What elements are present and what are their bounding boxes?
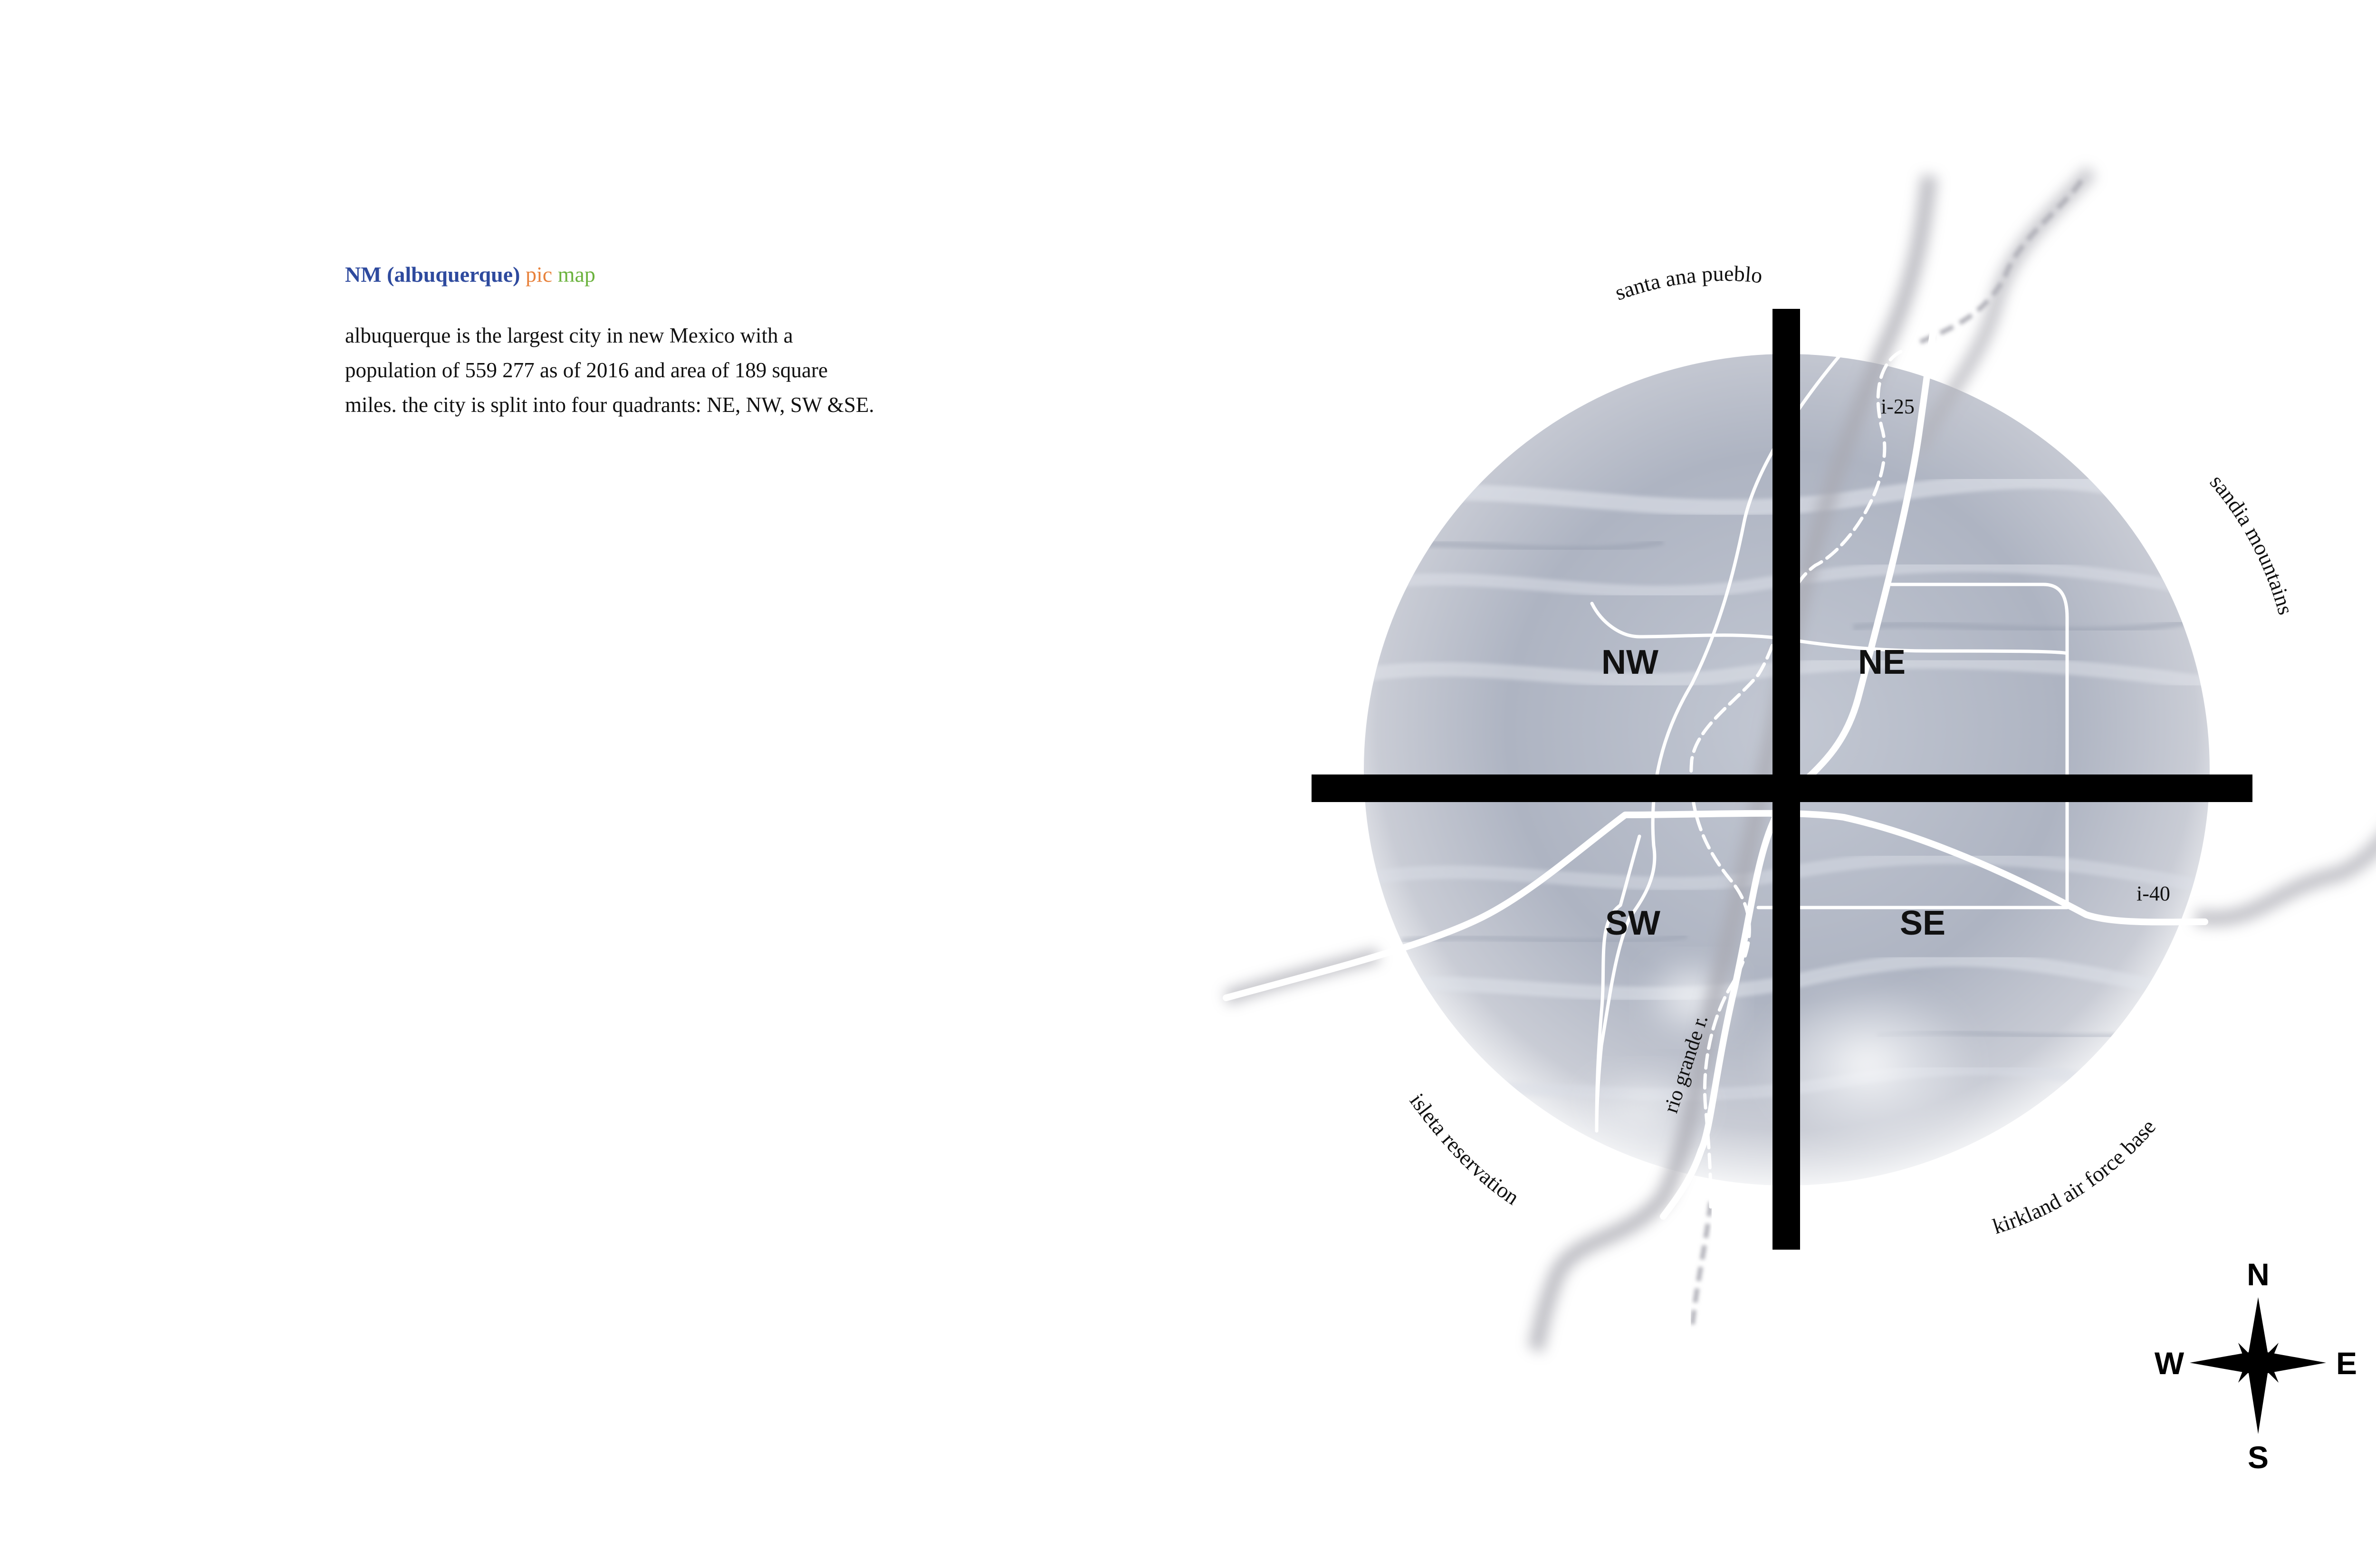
place-southwest-text: isleta reservation — [1405, 1089, 1523, 1210]
compass-north: N — [2247, 1257, 2270, 1292]
compass-rose: N S E W — [2155, 1257, 2357, 1475]
quadrant-sw-label: SW — [1605, 904, 1660, 942]
i-25-label: i-25 — [1881, 395, 1915, 418]
place-east-label: sandia mountains — [2205, 470, 2298, 617]
quadrant-ne-label: NE — [1858, 643, 1906, 681]
place-southwest-label: isleta reservation — [1405, 1089, 1523, 1210]
place-north-label: santa ana pueblo — [1612, 261, 1763, 305]
east-west-axis — [1312, 774, 2252, 802]
river-south-extension — [1689, 1202, 1713, 1331]
quadrant-map: NW NE SW SE i-25 i-40 rio grande r. sant… — [1223, 166, 2376, 1475]
place-southeast-text: kirkland air force base — [1990, 1115, 2160, 1239]
compass-south: S — [2248, 1440, 2269, 1475]
compass-west: W — [2155, 1346, 2184, 1381]
place-southeast-label: kirkland air force base — [1990, 1115, 2160, 1239]
i-40-label: i-40 — [2136, 882, 2170, 905]
quadrant-nw-label: NW — [1601, 643, 1658, 681]
place-north-text: santa ana pueblo — [1612, 261, 1763, 305]
compass-east: E — [2336, 1346, 2357, 1381]
compass-star-icon — [2190, 1297, 2326, 1434]
place-east-text: sandia mountains — [2205, 470, 2298, 617]
quadrant-se-label: SE — [1900, 904, 1945, 942]
